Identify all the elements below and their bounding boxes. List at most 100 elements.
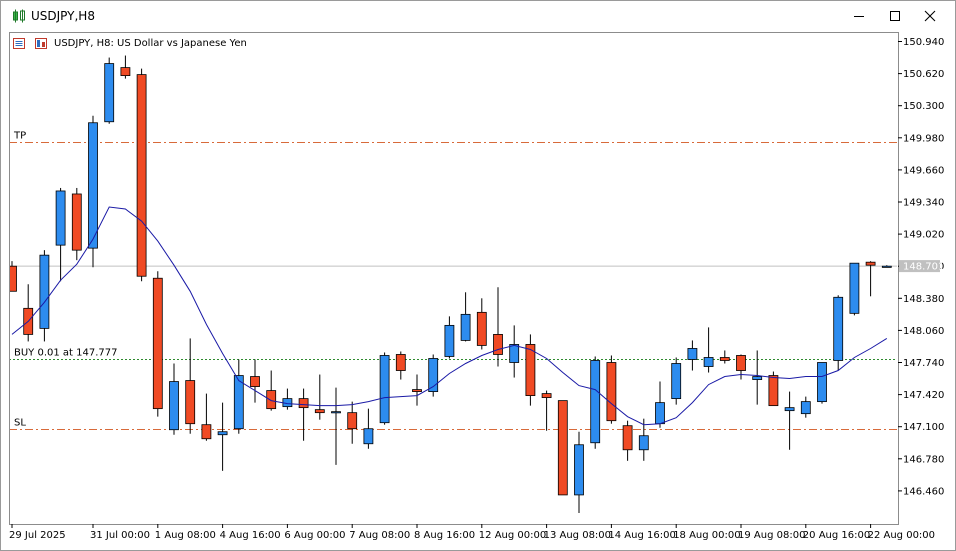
candle-28 [460, 292, 471, 342]
y-tick-label: 147.100 [903, 422, 944, 433]
x-tick-label: 12 Aug 00:00 [479, 530, 546, 541]
candle-body [104, 63, 115, 123]
candle-body [703, 357, 714, 367]
y-tick-label: 149.660 [903, 165, 944, 176]
candle-body [460, 313, 471, 341]
candle-body [768, 375, 779, 407]
current-price-label: 148.701 [903, 262, 944, 273]
chart-window: USDJPY,H8 TP BUY 0.01 at 147.777 SL 150.940… [0, 0, 956, 551]
candle-23 [379, 352, 390, 425]
candle-54 [881, 265, 892, 268]
candle-19 [314, 374, 325, 420]
candle-20 [331, 387, 341, 465]
x-tick-label: 8 Aug 16:00 [414, 530, 475, 541]
level-label-0: TP [13, 131, 26, 142]
candle-42 [687, 340, 698, 371]
plot-layer: TP BUY 0.01 at 147.777 SL [10, 55, 897, 513]
candle-22 [363, 408, 374, 449]
candle-body [88, 122, 98, 249]
x-tick-label: 31 Jul 00:00 [90, 530, 150, 541]
candle-27 [444, 316, 455, 359]
candle-body [201, 424, 212, 440]
candle-body [574, 444, 584, 496]
candle-body [217, 431, 228, 436]
x-tick-label: 6 Aug 00:00 [284, 530, 345, 541]
candle-37 [606, 355, 617, 424]
candle-body [169, 381, 179, 431]
candle-body [379, 355, 390, 424]
y-tick-label: 150.300 [903, 101, 944, 112]
y-tick-label: 147.420 [903, 390, 944, 401]
x-tick-label: 20 Aug 16:00 [803, 530, 870, 541]
candle-body [152, 277, 163, 410]
trade-panel-icon[interactable] [13, 38, 25, 49]
candle-body [719, 357, 730, 361]
candle-body [395, 354, 406, 371]
candle-body [687, 348, 698, 360]
candle-body [266, 390, 277, 410]
candle-38 [622, 420, 633, 461]
candle-body [71, 193, 82, 251]
x-tick-label: 7 Aug 08:00 [349, 530, 410, 541]
candle-15 [250, 359, 260, 403]
candle-body [55, 190, 66, 246]
level-label-2: SL [14, 418, 26, 429]
candle-26 [428, 354, 439, 397]
candle-body [120, 67, 131, 77]
candle-body [250, 376, 260, 387]
candle-body [298, 398, 309, 409]
candle-44 [719, 350, 730, 364]
y-tick-label: 150.940 [903, 37, 944, 48]
x-tick-label: 29 Jul 2025 [9, 530, 66, 541]
y-tick-label: 149.340 [903, 198, 944, 209]
candle-35 [574, 431, 584, 513]
candle-body [476, 311, 487, 346]
candle-10 [169, 363, 179, 435]
candle-36 [590, 356, 601, 449]
candle-25 [412, 374, 422, 406]
candle-29 [476, 298, 487, 350]
candle-body [671, 363, 682, 400]
candle-body [509, 344, 520, 363]
candle-18 [298, 388, 309, 441]
candle-7 [120, 55, 131, 79]
candle-40 [655, 381, 665, 428]
candle-2 [39, 250, 50, 342]
candle-body [752, 376, 763, 380]
candle-body [606, 362, 617, 422]
candle-8 [136, 68, 147, 282]
candle-body [331, 411, 341, 414]
candle-48 [784, 391, 795, 450]
candle-33 [541, 390, 552, 431]
candle-body [817, 362, 827, 403]
candle-16 [266, 370, 277, 411]
candle-51 [833, 295, 844, 371]
candle-1 [23, 284, 34, 342]
candle-24 [395, 351, 406, 380]
candle-49 [800, 396, 811, 418]
candle-11 [185, 338, 196, 434]
candle-body [412, 389, 422, 392]
price-chart[interactable]: TP BUY 0.01 at 147.777 SL 150.940 150.620 150… [1, 1, 955, 550]
candle-21 [347, 401, 358, 444]
candle-body [347, 412, 358, 430]
candle-body [881, 265, 892, 268]
candle-body [784, 407, 795, 412]
y-tick-label: 150.620 [903, 69, 944, 80]
x-tick-label: 19 Aug 08:00 [738, 530, 805, 541]
y-tick-label: 149.020 [903, 230, 944, 241]
candle-body [638, 435, 649, 451]
y-tick-label: 149.980 [903, 133, 944, 144]
depth-of-market-icon[interactable] [35, 38, 47, 49]
x-tick-label: 18 Aug 00:00 [673, 530, 740, 541]
x-tick-label: 1 Aug 08:00 [155, 530, 216, 541]
candle-body [622, 425, 633, 451]
candle-6 [104, 57, 115, 124]
candle-body [233, 375, 244, 430]
candle-50 [817, 362, 827, 404]
candle-31 [509, 325, 520, 378]
y-tick-label: 146.460 [903, 486, 944, 497]
candle-43 [703, 327, 714, 373]
y-tick-label: 148.380 [903, 294, 944, 305]
candle-body [444, 324, 455, 357]
